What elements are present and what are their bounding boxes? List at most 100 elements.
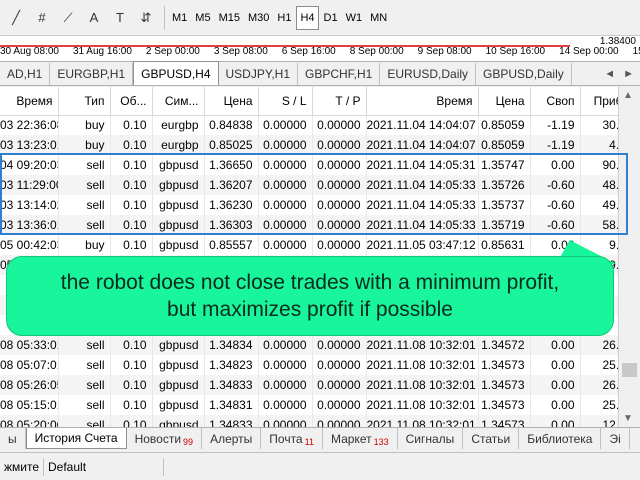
table-cell: 1.36230 xyxy=(204,195,259,215)
terminal-tab[interactable]: Маркет 133 xyxy=(323,428,398,449)
table-cell: 0.00000 xyxy=(312,335,367,355)
chart-tab[interactable]: GBPUSD,Daily xyxy=(476,63,572,85)
table-cell: sell xyxy=(58,195,111,215)
table-cell: 08 05:07:01 xyxy=(0,355,59,375)
table-row[interactable]: 08 05:15:01 sell 0.10 gbpusd 1.34831 0.00000 0… xyxy=(0,395,618,415)
tab-scroll-right-icon[interactable]: ► xyxy=(623,68,634,80)
timeframe-button-m1[interactable]: M1 xyxy=(169,6,190,30)
timeframe-button-d1[interactable]: D1 xyxy=(321,6,341,30)
table-row[interactable]: 05 00:42:03 buy 0.10 gbpusd 0.85557 0.00000 0.… xyxy=(0,235,618,255)
table-cell: gbpusd xyxy=(152,175,205,195)
chart-tab[interactable]: AD,H1 xyxy=(0,63,51,85)
arrows-icon[interactable]: ⇵ xyxy=(134,6,158,30)
terminal-tab[interactable]: Библиотека xyxy=(519,428,602,449)
timeframe-button-m5[interactable]: M5 xyxy=(192,6,213,30)
terminal-tab-label: История Счета xyxy=(34,431,118,445)
terminal-tab[interactable]: Статьи xyxy=(463,428,520,449)
table-cell: 2021.11.08 10:32:01 xyxy=(366,355,479,375)
column-header[interactable]: Об... xyxy=(110,87,153,116)
chart-tab[interactable]: GBPUSD,H4 xyxy=(133,61,219,85)
column-header[interactable]: Сим... xyxy=(152,87,205,116)
timeframe-button-w1[interactable]: W1 xyxy=(343,6,366,30)
timeframe-button-h4[interactable]: H4 xyxy=(296,5,319,30)
table-row[interactable]: 03 13:36:01 sell 0.10 gbpusd 1.36303 0.00000 0… xyxy=(0,215,618,235)
column-header[interactable]: S / L xyxy=(258,87,313,116)
table-row[interactable]: 08 05:07:01 sell 0.10 gbpusd 1.34823 0.00000 0… xyxy=(0,355,618,375)
column-header[interactable]: Время xyxy=(366,87,479,116)
table-row[interactable]: 08 05:26:05 sell 0.10 gbpusd 1.34833 0.00000 0… xyxy=(0,375,618,395)
table-row[interactable]: 03 13:14:02 sell 0.10 gbpusd 1.36230 0.00000 0… xyxy=(0,195,618,215)
terminal-tab[interactable]: Новости 99 xyxy=(127,428,203,449)
chart-tab[interactable]: EURUSD,Daily xyxy=(380,63,477,85)
table-cell: 2021.11.04 14:04:07 xyxy=(366,115,479,135)
terminal-tab-label: Маркет xyxy=(330,431,372,446)
table-cell: 08 05:20:00 xyxy=(0,415,59,427)
drawing-tools-group: ╱ # ⟋ A T ⇵ xyxy=(4,6,160,30)
table-cell: 0.00 xyxy=(530,375,581,395)
column-header[interactable]: Своп xyxy=(530,87,581,116)
table-cell: 0.00 xyxy=(530,355,581,375)
terminal-tab-label: ы xyxy=(8,431,17,446)
table-cell: 0.00000 xyxy=(312,195,367,215)
table-row[interactable]: 03 13:23:01 buy 0.10 eurgbp 0.85025 0.00000 0.… xyxy=(0,135,618,155)
text-icon[interactable]: A xyxy=(82,6,106,30)
table-cell: 08 05:26:05 xyxy=(0,375,59,395)
chart-tools-icon[interactable]: ╱ xyxy=(4,6,28,30)
table-cell: 0.85059 xyxy=(478,115,531,135)
column-header[interactable]: Цена xyxy=(478,87,531,116)
chart-time-axis: 30 Aug 08:00 31 Aug 16:00 2 Sep 00:00 3 Sep… xyxy=(0,36,640,62)
table-cell: 0.00000 xyxy=(258,235,313,255)
terminal-tab[interactable]: Почта 11 xyxy=(261,428,323,449)
timeframe-button-m15[interactable]: M15 xyxy=(216,6,243,30)
terminal-tab[interactable]: ы xyxy=(0,428,26,449)
grid-icon[interactable]: # xyxy=(30,6,54,30)
callout-text-line-2: but maximizes profit if possible xyxy=(167,298,453,321)
table-cell: 03 22:36:08 xyxy=(0,115,59,135)
table-cell: 0.10 xyxy=(110,355,153,375)
timeframe-button-m30[interactable]: M30 xyxy=(245,6,272,30)
table-cell: 0.10 xyxy=(110,155,153,175)
vertical-scrollbar[interactable]: ▲ ▼ xyxy=(618,87,640,427)
tab-scroll-left-icon[interactable]: ◄ xyxy=(604,68,615,80)
scroll-up-icon[interactable]: ▲ xyxy=(623,90,633,101)
table-cell: 0.00 xyxy=(530,395,581,415)
table-row[interactable]: 03 22:36:08 buy 0.10 eurgbp 0.84838 0.00000 0.… xyxy=(0,115,618,135)
timeframe-button-h1[interactable]: H1 xyxy=(274,6,294,30)
table-cell: sell xyxy=(58,335,111,355)
column-header[interactable]: Время xyxy=(0,87,59,116)
table-cell: 0.00000 xyxy=(258,135,313,155)
status-bar: жмите F Default xyxy=(0,452,640,480)
table-cell: 03 13:36:01 xyxy=(0,215,59,235)
table-cell: 0.85631 xyxy=(478,235,531,255)
scroll-down-icon[interactable]: ▼ xyxy=(623,413,633,424)
column-header[interactable]: T / P xyxy=(312,87,367,116)
table-cell: gbpusd xyxy=(152,395,205,415)
terminal-tab[interactable]: История Счета xyxy=(25,428,127,449)
table-cell: gbpusd xyxy=(152,415,205,427)
column-header[interactable]: Тип xyxy=(58,87,111,116)
chart-tab[interactable]: GBPCHF,H1 xyxy=(298,63,381,85)
table-cell: 0.00000 xyxy=(312,135,367,155)
table-cell: 2021.11.04 14:04:07 xyxy=(366,135,479,155)
column-header[interactable]: Цена xyxy=(204,87,259,116)
table-row[interactable]: 04 09:20:03 sell 0.10 gbpusd 1.36650 0.00000 0… xyxy=(0,155,618,175)
scrollbar-thumb[interactable] xyxy=(622,363,637,377)
table-cell: 0.00 xyxy=(530,155,581,175)
column-header[interactable]: Приб... xyxy=(580,87,618,116)
terminal-tab[interactable]: Сигналы xyxy=(398,428,464,449)
table-row[interactable]: 08 05:33:01 sell 0.10 gbpusd 1.34834 0.00000 0… xyxy=(0,335,618,355)
chart-tab[interactable]: EURGBP,H1 xyxy=(50,63,134,85)
timeframe-button-mn[interactable]: MN xyxy=(367,6,390,30)
table-cell: 0.00 xyxy=(530,415,581,427)
table-cell: 0.00000 xyxy=(258,155,313,175)
table-cell: gbpusd xyxy=(152,235,205,255)
chart-tab[interactable]: USDJPY,H1 xyxy=(219,63,298,85)
label-icon[interactable]: T xyxy=(108,6,132,30)
status-profile: Default xyxy=(44,457,164,476)
zoom-icon[interactable]: ⟋ xyxy=(56,6,80,30)
terminal-tab[interactable]: Эі xyxy=(601,428,630,449)
terminal-tab[interactable]: Алерты xyxy=(202,428,262,449)
table-row[interactable]: 08 05:20:00 sell 0.10 gbpusd 1.34833 0.00000 0… xyxy=(0,415,618,427)
table-cell: 1.34833 xyxy=(204,375,259,395)
table-row[interactable]: 03 11:29:00 sell 0.10 gbpusd 1.36207 0.00000 0… xyxy=(0,175,618,195)
